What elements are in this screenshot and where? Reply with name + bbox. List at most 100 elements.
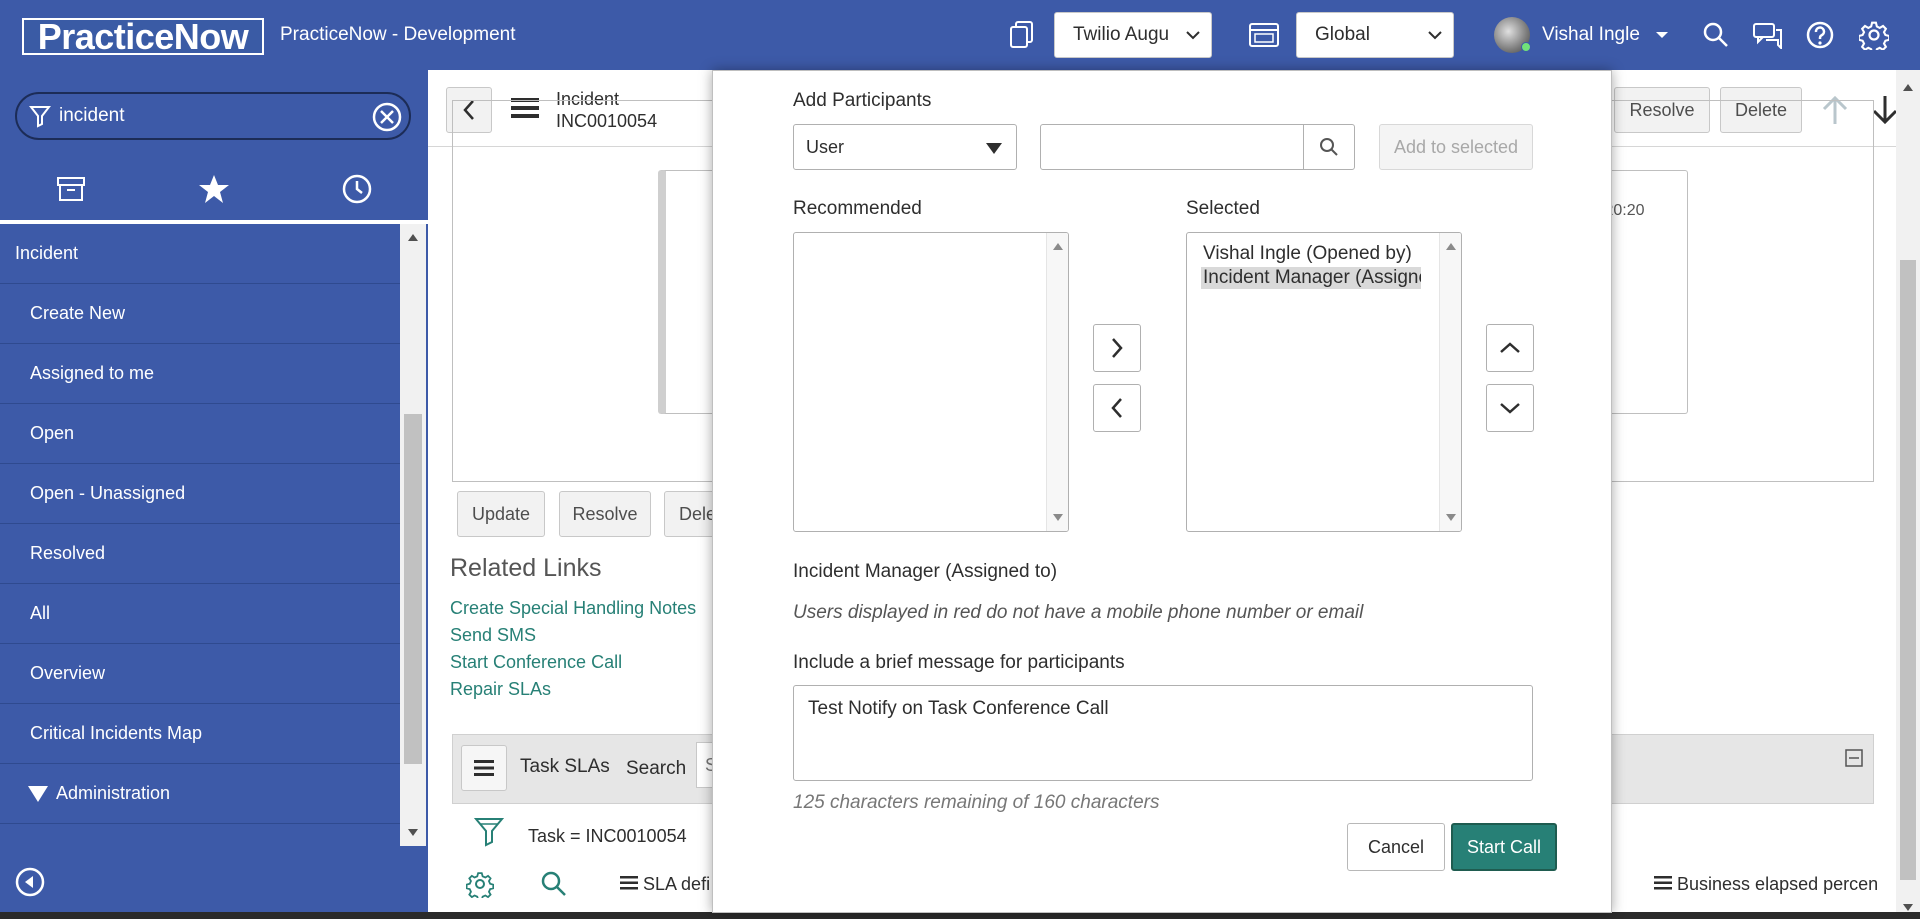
participant-type-select[interactable]: User bbox=[793, 124, 1017, 170]
update-set-select[interactable]: Twilio Augu bbox=[1054, 12, 1212, 58]
search-icon[interactable] bbox=[540, 870, 568, 898]
character-count: 125 characters remaining of 160 characte… bbox=[793, 792, 1160, 813]
presence-indicator bbox=[1521, 42, 1531, 52]
cancel-button[interactable]: Cancel bbox=[1347, 823, 1445, 871]
nav-item-resolved[interactable]: Resolved bbox=[0, 524, 400, 584]
scrollbar-thumb[interactable] bbox=[1900, 260, 1916, 880]
clock-icon bbox=[342, 174, 371, 204]
hamburger-icon bbox=[474, 760, 494, 776]
nav-item-overview[interactable]: Overview bbox=[0, 644, 400, 704]
participant-search-button[interactable] bbox=[1303, 124, 1355, 170]
add-participants-label: Add Participants bbox=[793, 90, 932, 111]
scroll-up-icon[interactable] bbox=[1903, 84, 1913, 91]
user-name: Vishal Ingle bbox=[1542, 24, 1640, 45]
filter-icon bbox=[29, 106, 51, 128]
move-down-button[interactable] bbox=[1486, 384, 1534, 432]
search-icon bbox=[1320, 138, 1338, 156]
nav-item-administration[interactable]: Administration bbox=[0, 764, 400, 824]
list-item[interactable]: Vishal Ingle (Opened by) bbox=[1201, 243, 1414, 265]
navigator-scrollbar[interactable] bbox=[400, 224, 426, 846]
scroll-up-icon[interactable] bbox=[1053, 243, 1063, 250]
filter-input[interactable] bbox=[59, 100, 359, 132]
participant-search-input[interactable] bbox=[1040, 124, 1304, 170]
scroll-up-icon[interactable] bbox=[1446, 243, 1456, 250]
nav-item-assigned-to-me[interactable]: Assigned to me bbox=[0, 344, 400, 404]
filter-icon[interactable] bbox=[474, 816, 504, 848]
navigator-list: Incident Create New Assigned to me Open … bbox=[0, 224, 400, 846]
move-up-button[interactable] bbox=[1486, 324, 1534, 372]
application-select[interactable]: Global bbox=[1296, 12, 1454, 58]
tab-favorites[interactable] bbox=[143, 158, 286, 220]
window-icon[interactable] bbox=[1248, 19, 1280, 51]
participant-type-value: User bbox=[806, 137, 845, 157]
link-repair-slas[interactable]: Repair SLAs bbox=[450, 679, 551, 700]
navigator-tabs bbox=[0, 158, 428, 224]
bottom-edge bbox=[0, 912, 1920, 919]
update-set-value: Twilio Augu bbox=[1073, 24, 1170, 45]
gear-icon[interactable] bbox=[1858, 19, 1890, 51]
nav-item-critical-incidents-map[interactable]: Critical Incidents Map bbox=[0, 704, 400, 764]
chat-icon[interactable] bbox=[1752, 19, 1784, 51]
selected-listbox[interactable]: Vishal Ingle (Opened by) Incident Manage… bbox=[1186, 232, 1462, 532]
application-value: Global bbox=[1315, 24, 1370, 45]
update-button[interactable]: Update bbox=[457, 491, 545, 537]
nav-item-label: Open - Unassigned bbox=[30, 483, 186, 503]
task-slas-search-label: Search bbox=[626, 758, 687, 779]
chevron-left-icon bbox=[1111, 398, 1122, 418]
scroll-down-icon[interactable] bbox=[1053, 514, 1063, 521]
nav-item-open-unassigned[interactable]: Open - Unassigned bbox=[0, 464, 400, 524]
tab-history[interactable] bbox=[285, 158, 428, 220]
add-to-selected-button[interactable]: Add to selected bbox=[1379, 124, 1533, 170]
scroll-down-icon[interactable] bbox=[1903, 904, 1913, 911]
message-textarea[interactable]: Test Notify on Task Conference Call bbox=[793, 685, 1533, 781]
nav-item-create-new[interactable]: Create New bbox=[0, 284, 400, 344]
red-users-note: Users displayed in red do not have a mob… bbox=[793, 602, 1364, 623]
copy-icon[interactable] bbox=[1006, 19, 1038, 51]
move-right-button[interactable] bbox=[1093, 324, 1141, 372]
recommended-label: Recommended bbox=[793, 198, 922, 219]
start-call-button[interactable]: Start Call bbox=[1451, 823, 1557, 871]
nav-item-label: Administration bbox=[56, 783, 171, 803]
caret-down-icon bbox=[1656, 32, 1669, 38]
scroll-down-icon[interactable] bbox=[408, 829, 418, 836]
nav-section-incident[interactable]: Incident bbox=[0, 224, 400, 284]
tab-all-apps[interactable] bbox=[0, 158, 143, 220]
app-logo[interactable]: PracticeNow bbox=[22, 16, 264, 57]
move-left-button[interactable] bbox=[1093, 384, 1141, 432]
listbox-scrollbar[interactable] bbox=[1439, 233, 1461, 531]
page-scrollbar[interactable] bbox=[1896, 70, 1920, 919]
link-start-conference-call[interactable]: Start Conference Call bbox=[450, 652, 622, 673]
chevron-down-icon bbox=[1428, 31, 1442, 40]
gear-icon[interactable] bbox=[466, 870, 494, 898]
nav-item-label: Critical Incidents Map bbox=[30, 723, 203, 743]
scroll-up-icon[interactable] bbox=[408, 234, 418, 241]
search-icon[interactable] bbox=[1700, 19, 1732, 51]
navigator-filter[interactable] bbox=[15, 92, 411, 140]
nav-item-label: Assigned to me bbox=[30, 363, 155, 383]
column-business-elapsed[interactable]: Business elapsed percen bbox=[1654, 874, 1878, 895]
collapse-navigator-icon[interactable] bbox=[14, 866, 46, 898]
user-menu[interactable]: Vishal Ingle bbox=[1542, 24, 1669, 46]
chevron-down-icon bbox=[1186, 31, 1200, 40]
resolve-button[interactable]: Resolve bbox=[559, 491, 651, 537]
chevron-up-icon bbox=[1500, 342, 1520, 353]
help-icon[interactable] bbox=[1804, 19, 1836, 51]
expand-triangle-icon bbox=[28, 785, 48, 802]
list-item-selected[interactable]: Incident Manager (Assigned to) bbox=[1201, 267, 1421, 289]
current-selection-label: Incident Manager (Assigned to) bbox=[793, 561, 1058, 582]
selected-label: Selected bbox=[1186, 198, 1260, 219]
scroll-down-icon[interactable] bbox=[1446, 514, 1456, 521]
navigator-footer bbox=[0, 846, 428, 919]
link-create-special-handling-notes[interactable]: Create Special Handling Notes bbox=[450, 598, 696, 619]
column-sla-definition[interactable]: SLA defi bbox=[620, 874, 710, 895]
collapse-list-icon[interactable] bbox=[1845, 749, 1863, 767]
task-filter-condition[interactable]: Task = INC0010054 bbox=[528, 826, 687, 847]
listbox-scrollbar[interactable] bbox=[1046, 233, 1068, 531]
scrollbar-thumb[interactable] bbox=[404, 414, 422, 764]
recommended-listbox[interactable] bbox=[793, 232, 1069, 532]
nav-item-open[interactable]: Open bbox=[0, 404, 400, 464]
list-menu-button[interactable] bbox=[461, 745, 507, 791]
clear-filter-icon[interactable] bbox=[371, 101, 403, 133]
nav-item-all[interactable]: All bbox=[0, 584, 400, 644]
link-send-sms[interactable]: Send SMS bbox=[450, 625, 536, 646]
